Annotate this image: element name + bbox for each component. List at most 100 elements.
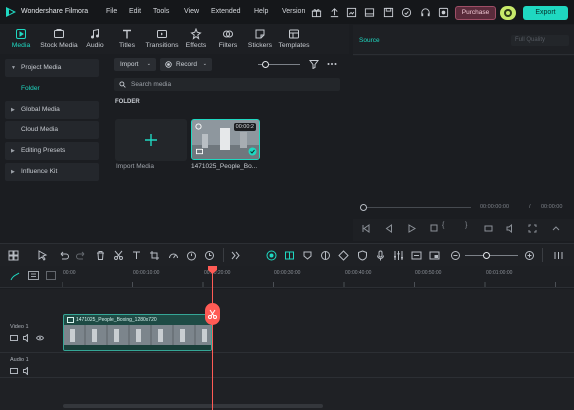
redo-icon[interactable] <box>76 250 87 261</box>
more-tools-icon[interactable] <box>230 250 241 261</box>
text-tool-icon[interactable] <box>131 250 142 261</box>
sidebar-item-cloud-media[interactable]: Cloud Media <box>5 121 99 139</box>
layout-icon[interactable] <box>364 7 375 18</box>
mark-in-icon[interactable]: { <box>442 222 444 229</box>
timer-icon[interactable] <box>186 250 197 261</box>
preview-settings-icon[interactable] <box>552 224 561 233</box>
audio-volume-icon[interactable] <box>23 367 31 375</box>
play-icon[interactable] <box>407 224 416 233</box>
track-layer-icon[interactable] <box>10 334 18 342</box>
menu-extended[interactable]: Extended <box>211 8 241 15</box>
sidebar-item-global-media[interactable]: ▶ Global Media <box>5 101 99 119</box>
snapshot-icon[interactable] <box>484 224 493 233</box>
ai-tool-icon[interactable] <box>266 250 277 261</box>
audio-layer-icon[interactable] <box>10 367 18 375</box>
microphone-icon[interactable] <box>375 250 386 261</box>
import-media-card[interactable] <box>115 119 187 161</box>
tab-media[interactable]: Media <box>8 28 34 54</box>
audio-mixer-icon[interactable] <box>393 250 404 261</box>
transitions-icon <box>157 30 167 38</box>
speed-icon[interactable] <box>168 250 179 261</box>
select-tool-icon[interactable] <box>37 250 48 261</box>
filter-icon[interactable] <box>309 59 319 69</box>
track-visibility-icon[interactable] <box>36 334 44 342</box>
picture-in-picture-icon[interactable] <box>429 250 440 261</box>
media-library-icon[interactable] <box>346 7 357 18</box>
sidebar-item-influence-kit[interactable]: ▶ Influence Kit <box>5 163 99 181</box>
timeline-menu-icon[interactable] <box>553 250 564 261</box>
add-track-icon[interactable] <box>10 272 20 281</box>
more-options-icon[interactable] <box>327 60 337 68</box>
tab-titles[interactable]: Titles <box>116 28 138 54</box>
track-volume-icon[interactable] <box>23 334 31 342</box>
split-icon[interactable] <box>113 250 124 261</box>
tab-filters[interactable]: Filters <box>216 28 240 54</box>
cloud-icon[interactable] <box>401 7 412 18</box>
quality-dropdown[interactable]: Full Quality <box>511 35 569 46</box>
shield-icon[interactable] <box>357 250 368 261</box>
skip-back-icon[interactable] <box>361 224 370 233</box>
media-clip-thumbnail[interactable]: 00:00:2 <box>191 119 260 160</box>
crop-icon[interactable] <box>149 250 160 261</box>
step-back-icon[interactable] <box>384 224 393 233</box>
timeline-zoom-slider[interactable] <box>465 252 518 259</box>
delete-icon[interactable] <box>95 250 106 261</box>
menu-version[interactable]: Version <box>282 8 305 15</box>
menu-view[interactable]: View <box>184 8 199 15</box>
save-icon[interactable] <box>383 7 394 18</box>
ai-credits-button[interactable] <box>500 6 516 20</box>
menu-tools[interactable]: Tools <box>153 8 169 15</box>
time-separator: / <box>529 204 531 210</box>
upload-icon[interactable] <box>329 7 340 18</box>
fullscreen-icon[interactable] <box>528 224 537 233</box>
timeline-scrollbar[interactable] <box>63 404 323 408</box>
sidebar-item-project-media[interactable]: ▼ Project Media <box>5 59 99 77</box>
layout-grid-icon[interactable] <box>8 250 19 261</box>
tab-stock-media[interactable]: Stock Media <box>38 28 80 54</box>
tab-templates-label: Templates <box>278 42 310 49</box>
purchase-button[interactable]: Purchase <box>455 6 496 20</box>
mark-out-icon[interactable]: } <box>465 222 467 229</box>
playhead[interactable] <box>212 266 213 410</box>
stop-icon[interactable] <box>430 224 438 232</box>
voiceover-icon[interactable] <box>411 250 422 261</box>
keyframe-icon[interactable] <box>338 250 349 261</box>
tab-effects[interactable]: Effects <box>184 28 208 54</box>
marker-icon[interactable] <box>302 250 313 261</box>
track-manager-icon[interactable] <box>28 271 39 280</box>
export-button[interactable]: Export <box>523 6 568 20</box>
playback-progress-bar[interactable] <box>360 204 471 211</box>
timeline-video-clip[interactable]: 1471025_People_Boxing_1280x720 <box>63 314 212 351</box>
gift-icon[interactable] <box>311 7 322 18</box>
notification-icon[interactable] <box>438 7 449 18</box>
zoom-slider-handle[interactable] <box>483 252 490 259</box>
record-dropdown[interactable]: Record ⌄ <box>160 58 212 71</box>
link-icon[interactable] <box>46 271 56 280</box>
volume-icon[interactable] <box>506 224 515 233</box>
tab-stickers[interactable]: Stickers <box>247 28 273 54</box>
progress-handle[interactable] <box>360 204 367 211</box>
menu-file[interactable]: File <box>106 8 117 15</box>
timeline-ruler[interactable]: 00:00 00:00:10:00 00:00:20:00 00:00:30:0… <box>0 266 574 288</box>
tab-transitions[interactable]: Transitions <box>144 28 180 54</box>
color-match-icon[interactable] <box>320 250 331 261</box>
sidebar-item-editing-presets[interactable]: ▶ Editing Presets <box>5 142 99 160</box>
tab-templates[interactable]: Templates <box>278 28 310 54</box>
search-input[interactable]: Search media <box>114 78 340 91</box>
zoom-in-icon[interactable] <box>524 250 535 261</box>
menu-help[interactable]: Help <box>254 8 268 15</box>
zoom-out-icon[interactable] <box>450 250 461 261</box>
playhead-handle-icon[interactable] <box>208 266 217 274</box>
thumbnail-size-slider[interactable] <box>258 61 300 68</box>
duration-icon[interactable] <box>204 250 215 261</box>
snap-icon[interactable] <box>284 250 295 261</box>
import-dropdown[interactable]: Import ⌄ <box>114 58 156 71</box>
menu-edit[interactable]: Edit <box>129 8 141 15</box>
split-marker[interactable] <box>205 303 220 325</box>
audio-icon <box>91 28 99 39</box>
undo-icon[interactable] <box>58 250 69 261</box>
sidebar-item-folder[interactable]: Folder <box>5 80 99 98</box>
headset-icon[interactable] <box>420 7 431 18</box>
tab-audio[interactable]: Audio <box>84 28 106 54</box>
slider-handle[interactable] <box>262 61 269 68</box>
